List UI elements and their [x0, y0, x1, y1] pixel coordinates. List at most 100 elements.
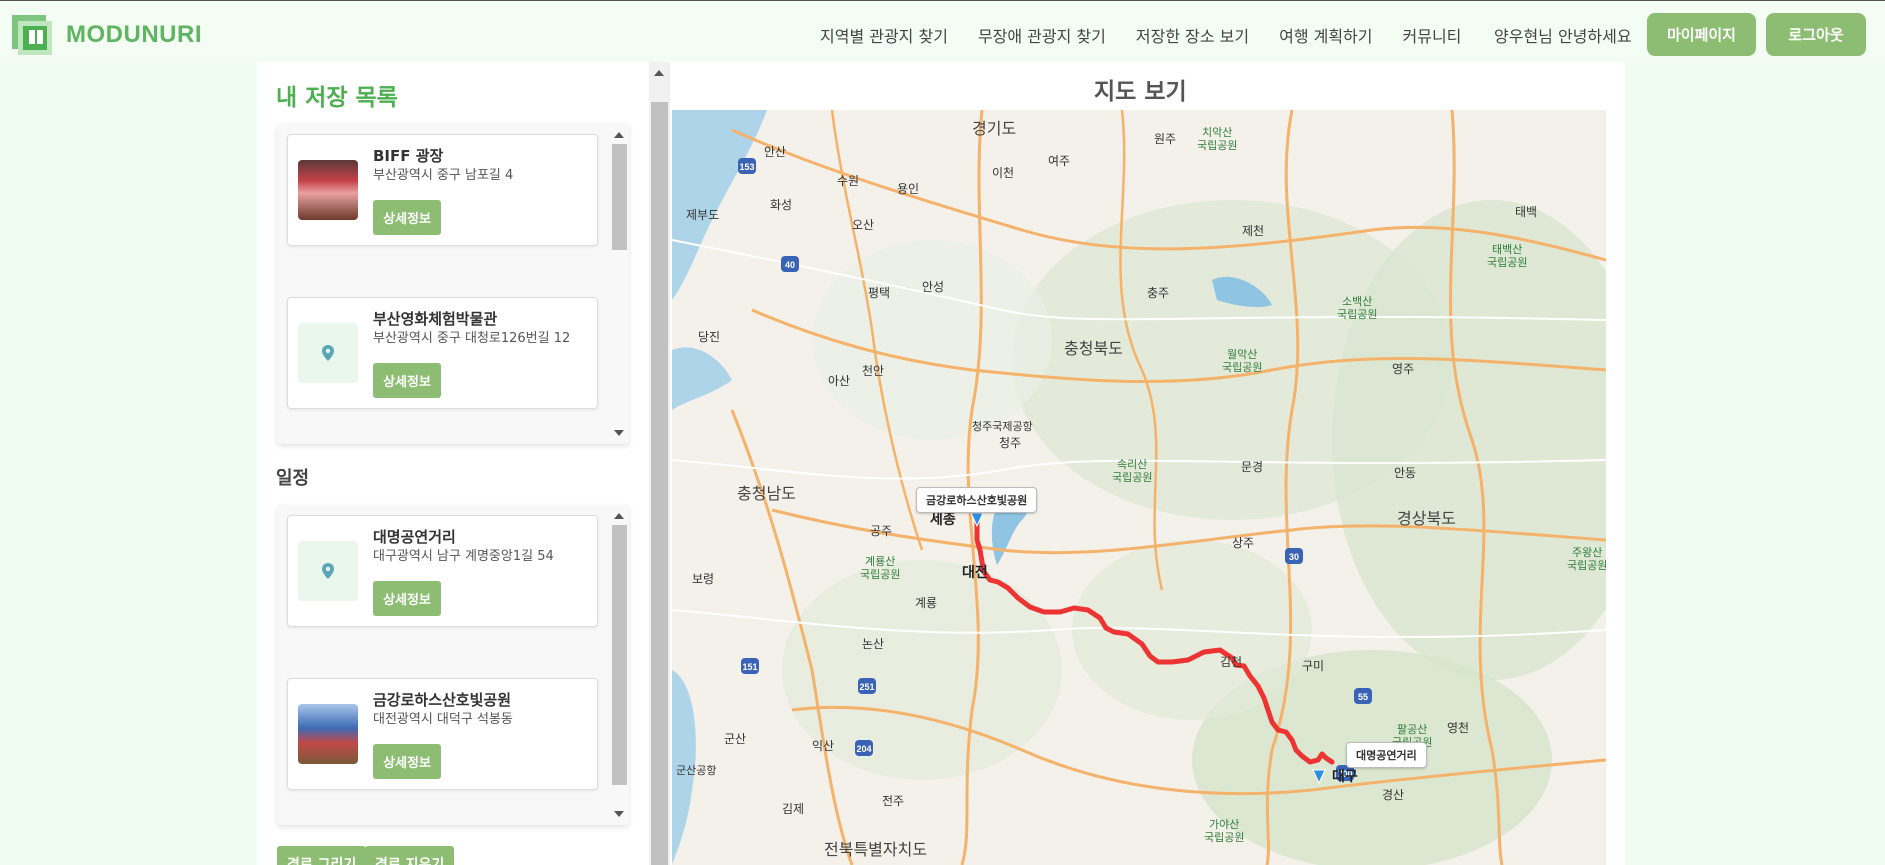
map-city-label: 태백: [1515, 205, 1538, 219]
nav-item-regional[interactable]: 지역별 관광지 찾기: [820, 23, 948, 47]
map-park-label: 주왕산 국립공원: [1567, 546, 1606, 572]
map-park-label: 소백산 국립공원: [1337, 295, 1378, 321]
map-pin-icon: [322, 345, 334, 361]
map-city-label: 안성: [922, 280, 945, 294]
svg-text:40: 40: [785, 260, 795, 270]
map-city-label: 문경: [1241, 460, 1264, 474]
saved-list[interactable]: BIFF 광장 부산광역시 중구 남포길 4 상세정보 부산영화체험박물관 부산…: [277, 124, 629, 444]
map-city-label: 대전: [962, 565, 988, 581]
map-city-label: 아산: [828, 374, 851, 388]
map-pin-icon: [322, 563, 334, 579]
map-region-label: 경상북도: [1397, 509, 1456, 528]
scroll-down-arrow-icon[interactable]: [614, 811, 624, 817]
svg-text:30: 30: [1289, 552, 1299, 562]
nav-item-community[interactable]: 커뮤니티: [1403, 23, 1462, 47]
place-name: 대명공연거리: [373, 528, 456, 546]
logo-icon: [12, 15, 52, 55]
map-airport-label: 청주국제공항: [972, 420, 1033, 433]
map-city-label: 원주: [1154, 132, 1177, 146]
svg-text:151: 151: [742, 662, 757, 672]
detail-button[interactable]: 상세정보: [373, 200, 441, 235]
map-city-label: 충주: [1147, 286, 1170, 300]
scroll-up-arrow-icon[interactable]: [654, 70, 664, 76]
svg-text:55: 55: [1358, 692, 1368, 702]
place-address: 대구광역시 남구 계명중앙1길 54: [373, 549, 554, 564]
top-header: MODUNURI 지역별 관광지 찾기 무장애 관광지 찾기 저장한 장소 보기…: [0, 0, 1885, 62]
saved-list-scrollbar[interactable]: [611, 124, 627, 444]
map-city-label: 청주: [999, 436, 1022, 450]
place-address: 대전광역시 대덕구 석봉동: [373, 712, 513, 727]
map-park-label: 치악산 국립공원: [1197, 126, 1238, 152]
logo-text: MODUNURI: [66, 21, 202, 48]
map-title: 지도 보기: [1094, 79, 1187, 105]
schedule-title: 일정: [276, 468, 310, 489]
detail-button[interactable]: 상세정보: [373, 581, 441, 616]
map-city-label: 구미: [1302, 659, 1325, 673]
route-end-label[interactable]: 대명공연거리: [1346, 742, 1427, 768]
scroll-thumb[interactable]: [612, 144, 627, 250]
detail-button[interactable]: 상세정보: [373, 744, 441, 779]
svg-text:251: 251: [859, 682, 874, 692]
map-city-label: 김제: [782, 802, 805, 816]
place-photo: [298, 160, 358, 220]
page-scrollbar[interactable]: [649, 62, 670, 865]
clear-route-button[interactable]: 경로 지우기: [365, 846, 455, 865]
mypage-button[interactable]: 마이페이지: [1647, 13, 1756, 56]
schedule-card: 대명공연거리 대구광역시 남구 계명중앙1길 54 상세정보: [287, 515, 598, 627]
place-photo: [298, 704, 358, 764]
place-address: 부산광역시 중구 대청로126번길 12: [373, 331, 571, 346]
map-city-label: 여주: [1048, 154, 1071, 168]
map-city-label: 오산: [852, 218, 875, 232]
scroll-thumb[interactable]: [651, 102, 668, 865]
scroll-up-arrow-icon[interactable]: [614, 132, 624, 138]
map-city-label: 화성: [770, 198, 793, 212]
saved-card: BIFF 광장 부산광역시 중구 남포길 4 상세정보: [287, 134, 598, 246]
map-city-label: 공주: [870, 524, 893, 538]
map-city-label: 천안: [862, 364, 885, 378]
map-park-label: 가야산 국립공원: [1204, 818, 1245, 844]
map-city-label: 수원: [837, 174, 860, 188]
scroll-up-arrow-icon[interactable]: [614, 513, 624, 519]
map-city-label: 군산: [724, 732, 747, 746]
map-city-label: 영천: [1447, 721, 1470, 735]
scroll-down-arrow-icon[interactable]: [614, 430, 624, 436]
place-name: 금강로하스산호빛공원: [373, 691, 512, 709]
nav-item-plan[interactable]: 여행 계획하기: [1279, 23, 1372, 47]
schedule-list-scrollbar[interactable]: [611, 505, 627, 825]
map-city-label: 제천: [1242, 224, 1265, 238]
map-city-label: 대구: [1332, 769, 1358, 785]
map-region-label: 경기도: [972, 119, 1017, 138]
map-city-label: 전주: [882, 794, 905, 808]
place-name: BIFF 광장: [373, 147, 444, 165]
svg-text:204: 204: [856, 744, 871, 754]
map-city-label: 안산: [764, 145, 787, 159]
place-placeholder: [298, 541, 358, 601]
map-city-label: 안동: [1394, 466, 1417, 480]
map-park-label: 계룡산 국립공원: [860, 555, 901, 581]
nav-item-barrier-free[interactable]: 무장애 관광지 찾기: [978, 23, 1106, 47]
map-city-label: 김천: [1220, 655, 1243, 669]
map-city-label: 익산: [812, 739, 835, 753]
saved-card: 부산영화체험박물관 부산광역시 중구 대청로126번길 12 상세정보: [287, 297, 598, 409]
map-city-label: 보령: [692, 572, 715, 586]
route-start-label[interactable]: 금강로하스산호빛공원: [916, 487, 1038, 513]
draw-route-button[interactable]: 경로 그리기: [277, 846, 367, 865]
logout-button[interactable]: 로그아웃: [1766, 13, 1866, 56]
map-airport-label: 군산공항: [676, 764, 717, 777]
map-city-label: 제부도: [686, 208, 720, 222]
logo[interactable]: MODUNURI: [12, 15, 202, 55]
map-view[interactable]: 153 40 30 151 251 204 55 700 경기도 충청북도 충청…: [672, 110, 1606, 865]
map-city-label: 이천: [992, 166, 1015, 180]
detail-button[interactable]: 상세정보: [373, 363, 441, 398]
place-name: 부산영화체험박물관: [373, 310, 498, 328]
main-nav: 지역별 관광지 찾기 무장애 관광지 찾기 저장한 장소 보기 여행 계획하기 …: [820, 23, 1491, 47]
scroll-thumb[interactable]: [612, 525, 627, 785]
map-city-label: 영주: [1392, 362, 1415, 376]
schedule-list[interactable]: 대명공연거리 대구광역시 남구 계명중앙1길 54 상세정보 금강로하스산호빛공…: [277, 505, 629, 825]
nav-item-saved[interactable]: 저장한 장소 보기: [1136, 23, 1249, 47]
place-address: 부산광역시 중구 남포길 4: [373, 168, 514, 183]
svg-text:153: 153: [739, 162, 754, 172]
place-placeholder: [298, 323, 358, 383]
map-city-label: 당진: [698, 330, 721, 344]
schedule-card: 금강로하스산호빛공원 대전광역시 대덕구 석봉동 상세정보: [287, 678, 598, 790]
